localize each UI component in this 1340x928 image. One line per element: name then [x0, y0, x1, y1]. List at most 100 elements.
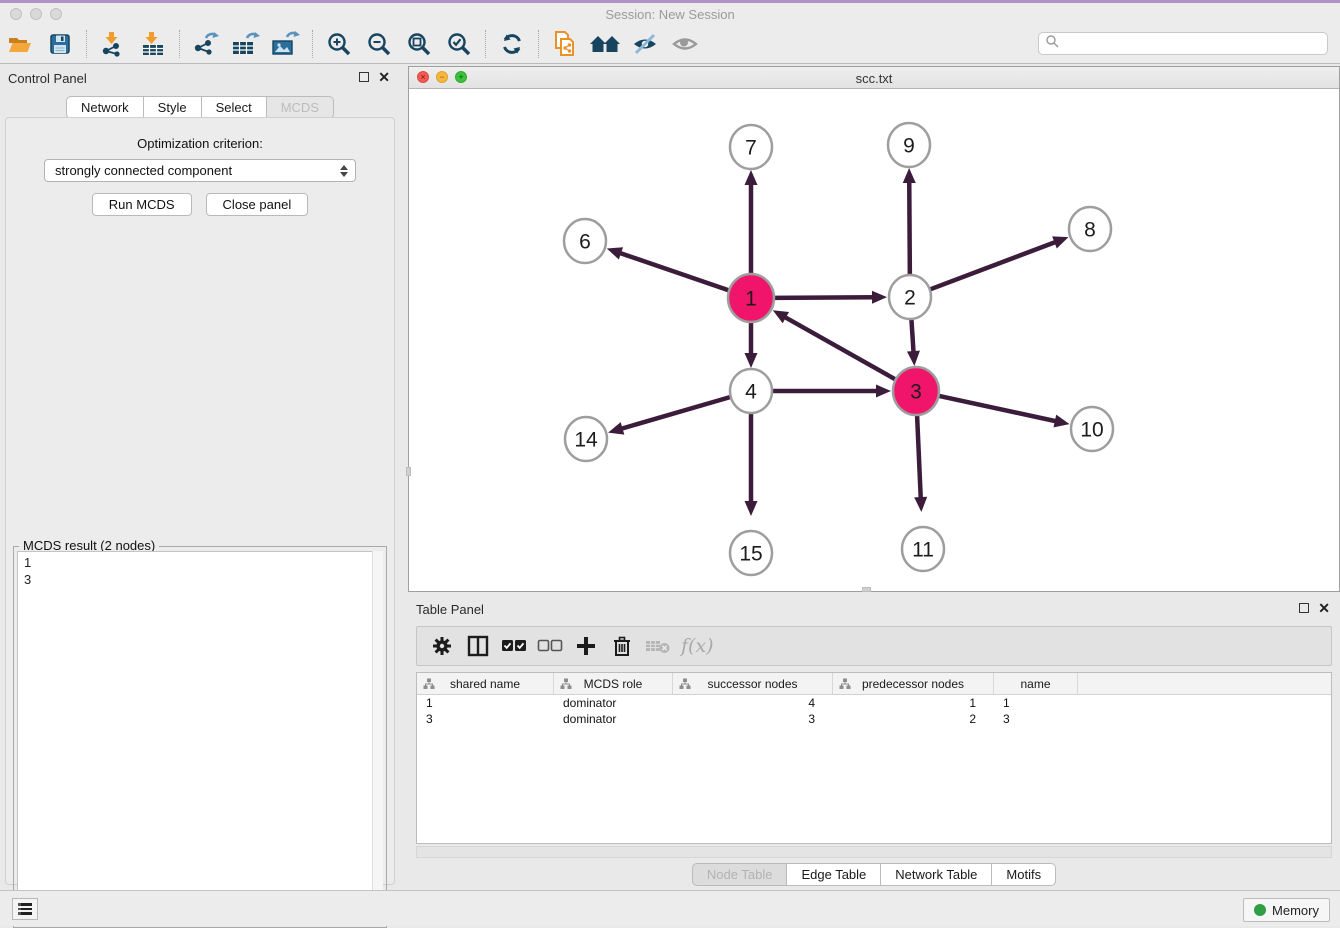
- edge-1-6[interactable]: [618, 252, 729, 290]
- create-column-icon[interactable]: [571, 631, 601, 661]
- column-header-label: name: [1020, 677, 1050, 691]
- tab-select[interactable]: Select: [202, 96, 267, 119]
- column-header-name[interactable]: name: [994, 673, 1078, 694]
- window-title: Session: New Session: [0, 7, 1340, 22]
- edge-2-8[interactable]: [930, 241, 1058, 289]
- zoom-out-icon[interactable]: [359, 28, 399, 60]
- edge-1-2[interactable]: [774, 297, 875, 298]
- export-network-icon[interactable]: [186, 28, 226, 60]
- tab-mcds[interactable]: MCDS: [267, 96, 334, 119]
- dropdown-stepper-icon: [338, 163, 349, 179]
- graph-node-label-9: 9: [903, 135, 915, 158]
- table-cell: 2: [833, 711, 994, 727]
- table-cell: 3: [673, 711, 833, 727]
- tab-network-table[interactable]: Network Table: [881, 863, 992, 886]
- arrowhead-3-11: [914, 497, 927, 512]
- mcds-result-list[interactable]: 1 3: [17, 551, 383, 924]
- search-box[interactable]: [1038, 32, 1328, 55]
- control-panel: Control Panel ✕ NetworkStyleSelectMCDS O…: [0, 64, 400, 890]
- export-image-icon[interactable]: [266, 28, 306, 60]
- arrowhead-2-3: [907, 351, 920, 366]
- search-input[interactable]: [1060, 37, 1327, 51]
- copy-network-icon[interactable]: [545, 28, 585, 60]
- table-toolbar: f(x): [416, 626, 1332, 666]
- arrowhead-2-9: [903, 168, 916, 183]
- column-layout-icon[interactable]: [463, 631, 493, 661]
- column-header-predecessor-nodes[interactable]: predecessor nodes: [833, 673, 994, 694]
- home-layout-icon[interactable]: [585, 28, 625, 60]
- delete-columns-icon[interactable]: [607, 631, 637, 661]
- network-view-window: × − + scc.txt 7968124314101511: [408, 66, 1340, 592]
- tab-edge-table[interactable]: Edge Table: [787, 863, 881, 886]
- edge-2-3[interactable]: [911, 318, 913, 354]
- select-all-columns-icon[interactable]: [499, 631, 529, 661]
- import-table-icon[interactable]: [133, 28, 173, 60]
- result-scrollbar[interactable]: [372, 551, 383, 924]
- close-panel-icon[interactable]: ✕: [378, 71, 390, 83]
- table-cell: dominator: [554, 695, 673, 711]
- criterion-dropdown-value: strongly connected component: [55, 163, 232, 178]
- graph-node-label-4: 4: [745, 381, 757, 404]
- application-window: Session: New Session: [0, 0, 1340, 926]
- function-builder-icon[interactable]: f(x): [681, 635, 714, 657]
- edge-3-1[interactable]: [783, 316, 896, 380]
- toolbar-separator: [86, 30, 87, 58]
- table-row[interactable]: 1dominator411: [417, 695, 1331, 711]
- table-horizontal-scrollbar[interactable]: [416, 846, 1332, 858]
- column-header-shared-name[interactable]: shared name: [417, 673, 554, 694]
- save-session-icon[interactable]: [40, 28, 80, 60]
- arrowhead-2-8: [1052, 236, 1068, 248]
- table-options-icon[interactable]: [427, 631, 457, 661]
- run-mcds-button[interactable]: Run MCDS: [92, 193, 192, 216]
- memory-status-icon: [1254, 904, 1266, 916]
- left-splitter-handle[interactable]: [406, 467, 411, 476]
- table-tabs: Node TableEdge TableNetwork TableMotifs: [408, 863, 1340, 886]
- close-table-panel-icon[interactable]: ✕: [1318, 602, 1330, 614]
- unselect-all-columns-icon[interactable]: [535, 631, 565, 661]
- arrowhead-3-10: [1053, 415, 1069, 428]
- network-window-title: scc.txt: [409, 71, 1339, 86]
- import-network-icon[interactable]: [93, 28, 133, 60]
- mcds-result-group: MCDS result (2 nodes) 1 3: [13, 546, 387, 928]
- tab-motifs[interactable]: Motifs: [992, 863, 1056, 886]
- table-cell: 1: [417, 695, 554, 711]
- criterion-dropdown[interactable]: strongly connected component: [44, 159, 356, 182]
- tab-network[interactable]: Network: [66, 96, 144, 119]
- tab-style[interactable]: Style: [144, 96, 202, 119]
- float-table-panel-icon[interactable]: [1299, 603, 1309, 613]
- graph-node-label-14: 14: [574, 429, 598, 452]
- table-cell: 4: [673, 695, 833, 711]
- graph-node-label-10: 10: [1080, 419, 1103, 442]
- open-session-icon[interactable]: [0, 28, 40, 60]
- memory-button[interactable]: Memory: [1243, 898, 1330, 922]
- close-panel-button[interactable]: Close panel: [206, 193, 309, 216]
- bottom-splitter-handle[interactable]: [862, 587, 871, 592]
- column-header-MCDS-role[interactable]: MCDS role: [554, 673, 673, 694]
- refresh-icon[interactable]: [492, 28, 532, 60]
- delete-table-icon[interactable]: [643, 631, 673, 661]
- column-header-successor-nodes[interactable]: successor nodes: [673, 673, 833, 694]
- zoom-in-icon[interactable]: [319, 28, 359, 60]
- control-panel-tabs: NetworkStyleSelectMCDS: [0, 96, 400, 119]
- edge-4-14[interactable]: [620, 397, 731, 429]
- hide-selection-icon[interactable]: [625, 28, 665, 60]
- zoom-selected-icon[interactable]: [439, 28, 479, 60]
- toolbar-separator: [179, 30, 180, 58]
- edge-3-11[interactable]: [917, 414, 921, 500]
- float-panel-icon[interactable]: [359, 72, 369, 82]
- zoom-fit-icon[interactable]: [399, 28, 439, 60]
- node-table[interactable]: shared name MCDS role successor nodesprede…: [416, 672, 1332, 844]
- graph-node-label-1: 1: [745, 288, 757, 311]
- arrowhead-1-6: [607, 247, 623, 259]
- network-window-titlebar[interactable]: × − + scc.txt: [409, 67, 1339, 89]
- table-row[interactable]: 3dominator323: [417, 711, 1331, 727]
- task-history-button[interactable]: [12, 898, 38, 920]
- edge-2-9[interactable]: [909, 180, 910, 276]
- show-all-icon[interactable]: [665, 28, 705, 60]
- network-canvas[interactable]: 7968124314101511: [409, 89, 1339, 591]
- edge-3-10[interactable]: [938, 396, 1057, 422]
- column-header-label: shared name: [450, 677, 520, 691]
- export-table-icon[interactable]: [226, 28, 266, 60]
- column-header-label: MCDS role: [584, 677, 643, 691]
- tab-node-table[interactable]: Node Table: [692, 863, 788, 886]
